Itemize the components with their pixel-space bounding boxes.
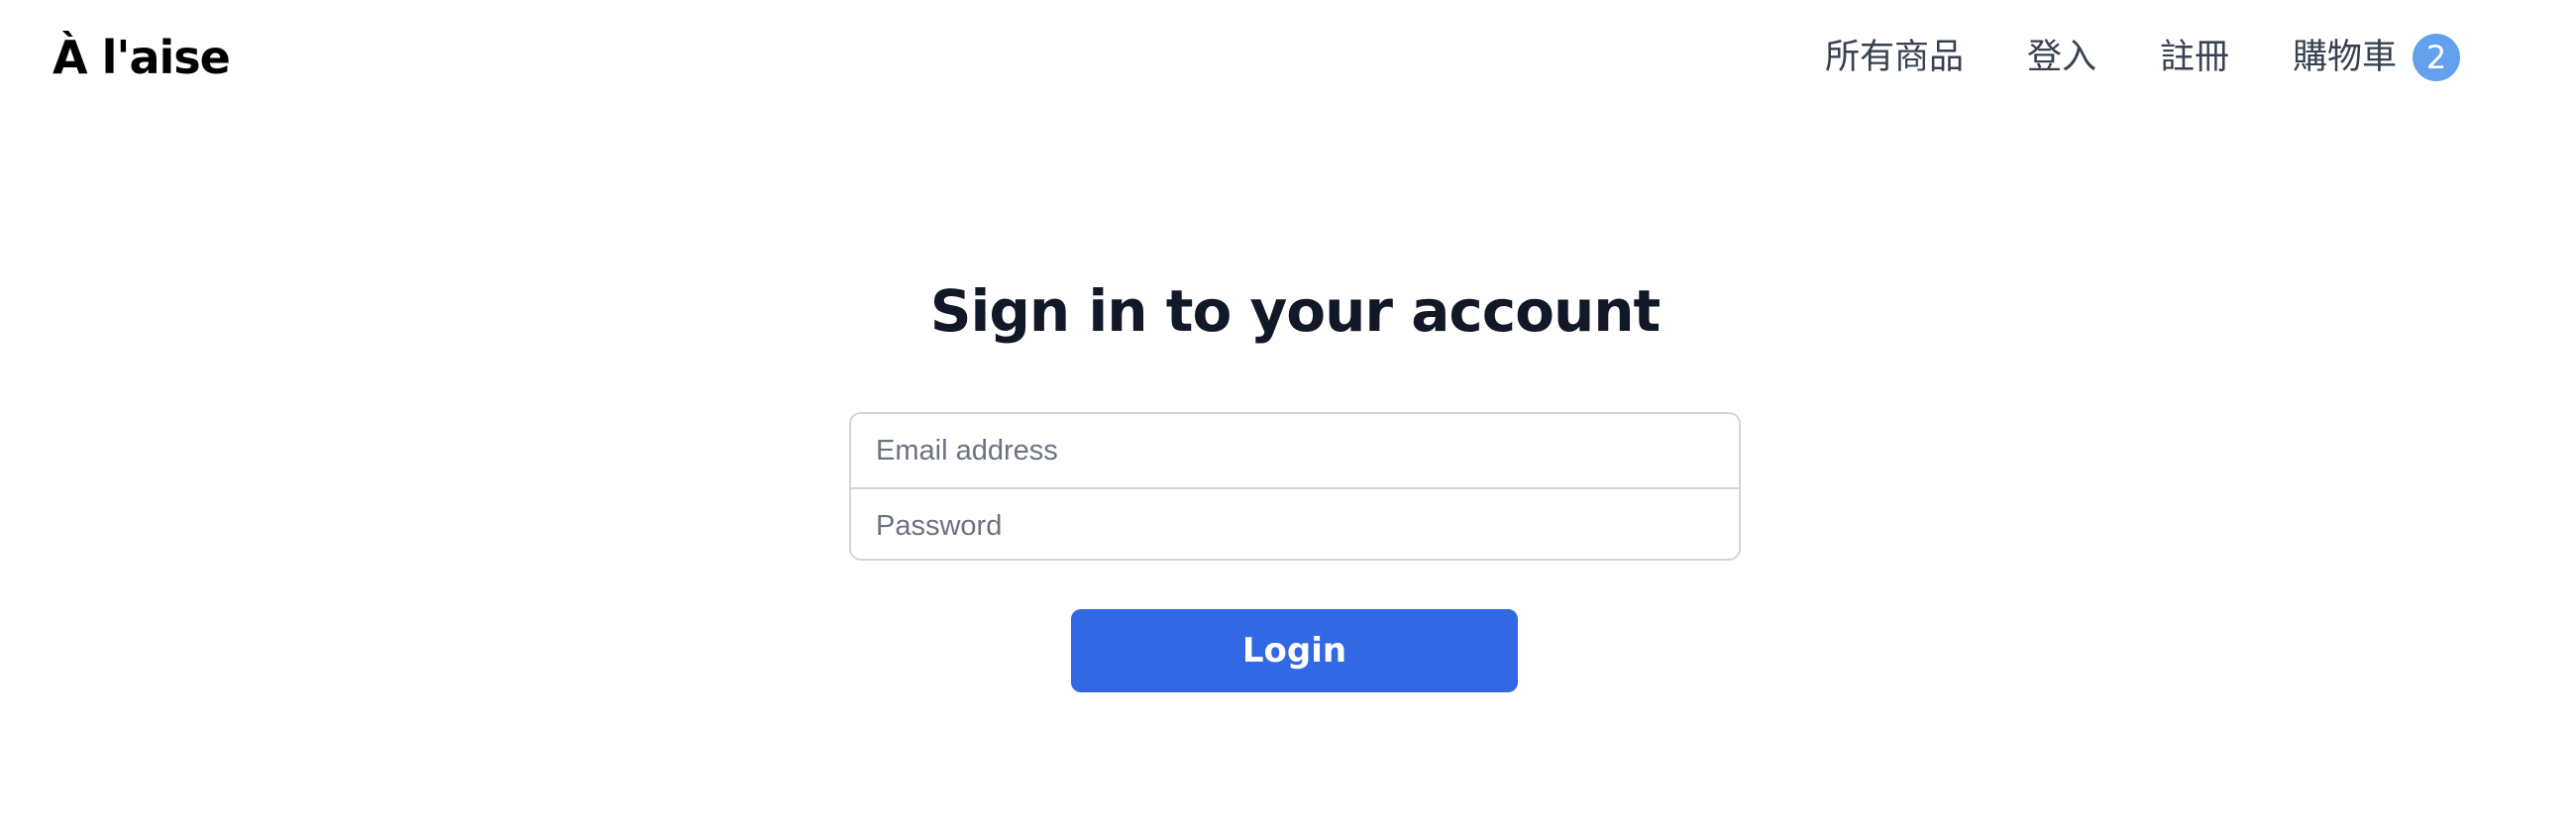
nav-link-login[interactable]: 登入: [2027, 26, 2096, 89]
password-field[interactable]: [851, 489, 1739, 559]
login-button[interactable]: Login: [1071, 609, 1518, 692]
brand-logo-link[interactable]: À l'aise: [53, 26, 231, 89]
main-nav: 所有商品 登入 註冊 購物車 2: [1825, 26, 2461, 89]
cart-label: 購物車: [2293, 38, 2398, 77]
nav-link-cart[interactable]: 購物車 2: [2293, 26, 2461, 89]
page-title: Sign in to your account: [929, 277, 1662, 345]
nav-link-products[interactable]: 所有商品: [1825, 26, 1964, 89]
email-field[interactable]: [851, 414, 1739, 487]
credentials-group: [849, 412, 1741, 561]
nav-link-register[interactable]: 註冊: [2160, 26, 2229, 89]
cart-count-badge: 2: [2413, 34, 2461, 81]
site-header: À l'aise 所有商品 登入 註冊 購物車 2: [0, 0, 2576, 114]
